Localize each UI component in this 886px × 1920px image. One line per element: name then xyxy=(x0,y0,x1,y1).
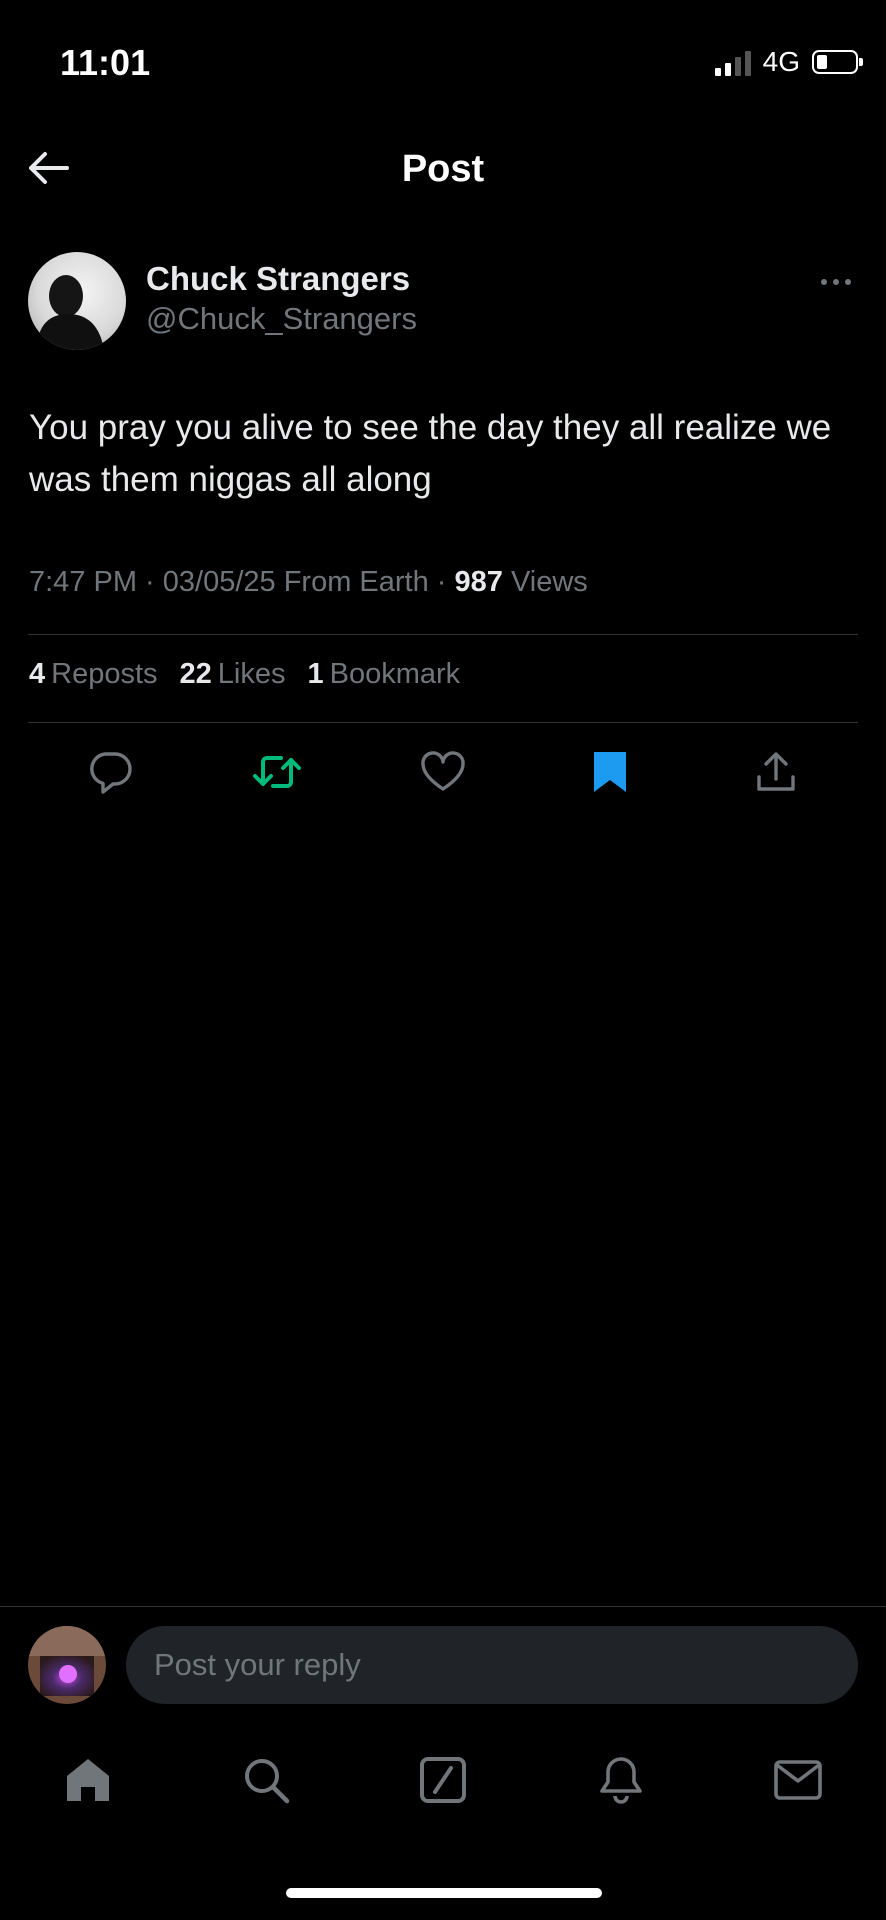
battery-icon xyxy=(812,50,863,74)
grok-icon xyxy=(420,1757,466,1803)
bookmarks-count: 1 xyxy=(307,658,324,690)
bookmarks-stat[interactable]: 1 Bookmark xyxy=(308,658,461,691)
nav-messages[interactable] xyxy=(770,1752,826,1808)
messages-icon xyxy=(774,1760,822,1800)
likes-count: 22 xyxy=(179,658,212,690)
share-button[interactable] xyxy=(748,744,804,800)
author-name[interactable]: Chuck Strangers xyxy=(146,260,410,298)
nav-grok[interactable] xyxy=(415,1752,471,1808)
page-title: Post xyxy=(401,148,485,190)
more-horizontal-icon xyxy=(821,279,851,285)
home-indicator xyxy=(286,1888,602,1898)
reposts-stat[interactable]: 4 Reposts xyxy=(29,658,158,691)
divider xyxy=(28,634,858,635)
reposts-label: Reposts xyxy=(51,658,158,690)
likes-label: Likes xyxy=(217,658,286,690)
network-label: 4G xyxy=(762,46,800,77)
status-indicators: 4G xyxy=(714,46,863,78)
status-time: 11:01 xyxy=(60,42,151,83)
author-handle[interactable]: @Chuck_Strangers xyxy=(146,301,417,337)
like-button[interactable] xyxy=(415,744,471,800)
post-stats: 4 Reposts 22 Likes 1 Bookmark xyxy=(29,658,460,691)
divider xyxy=(28,722,858,723)
post-text: You pray you alive to see the day they a… xyxy=(29,408,832,499)
repost-icon xyxy=(252,756,301,788)
reply-icon xyxy=(90,752,132,794)
home-icon xyxy=(67,1759,109,1801)
current-user-avatar[interactable] xyxy=(28,1626,106,1704)
heart-icon xyxy=(421,751,465,791)
reply-input[interactable] xyxy=(126,1626,858,1704)
avatar-image xyxy=(28,252,126,350)
bottom-navigation xyxy=(0,1748,886,1812)
share-icon xyxy=(757,752,795,791)
bookmarks-label: Bookmark xyxy=(329,658,461,690)
post-timestamp: 7:47 PM · 03/05/25 From Earth · xyxy=(29,566,455,598)
bookmark-button[interactable] xyxy=(582,744,638,800)
notifications-icon xyxy=(599,1757,642,1804)
divider xyxy=(0,1606,886,1607)
views-label: Views xyxy=(502,566,588,598)
views-count: 987 xyxy=(454,566,503,598)
reply-button[interactable] xyxy=(82,744,138,800)
nav-notifications[interactable] xyxy=(593,1752,649,1808)
search-icon xyxy=(244,1759,289,1804)
likes-stat[interactable]: 22 Likes xyxy=(180,658,286,691)
reposts-count: 4 xyxy=(29,658,46,690)
bookmark-filled-icon xyxy=(593,752,626,792)
user-avatar-image xyxy=(28,1626,106,1704)
nav-search[interactable] xyxy=(238,1752,294,1808)
signal-icon xyxy=(714,48,751,76)
post-actions xyxy=(28,742,858,802)
more-options-button[interactable] xyxy=(818,270,854,294)
nav-home[interactable] xyxy=(60,1752,116,1808)
post-metadata: 7:47 PM · 03/05/25 From Earth · 987 View… xyxy=(29,566,588,599)
repost-button[interactable] xyxy=(249,744,305,800)
author-avatar[interactable] xyxy=(28,252,126,350)
